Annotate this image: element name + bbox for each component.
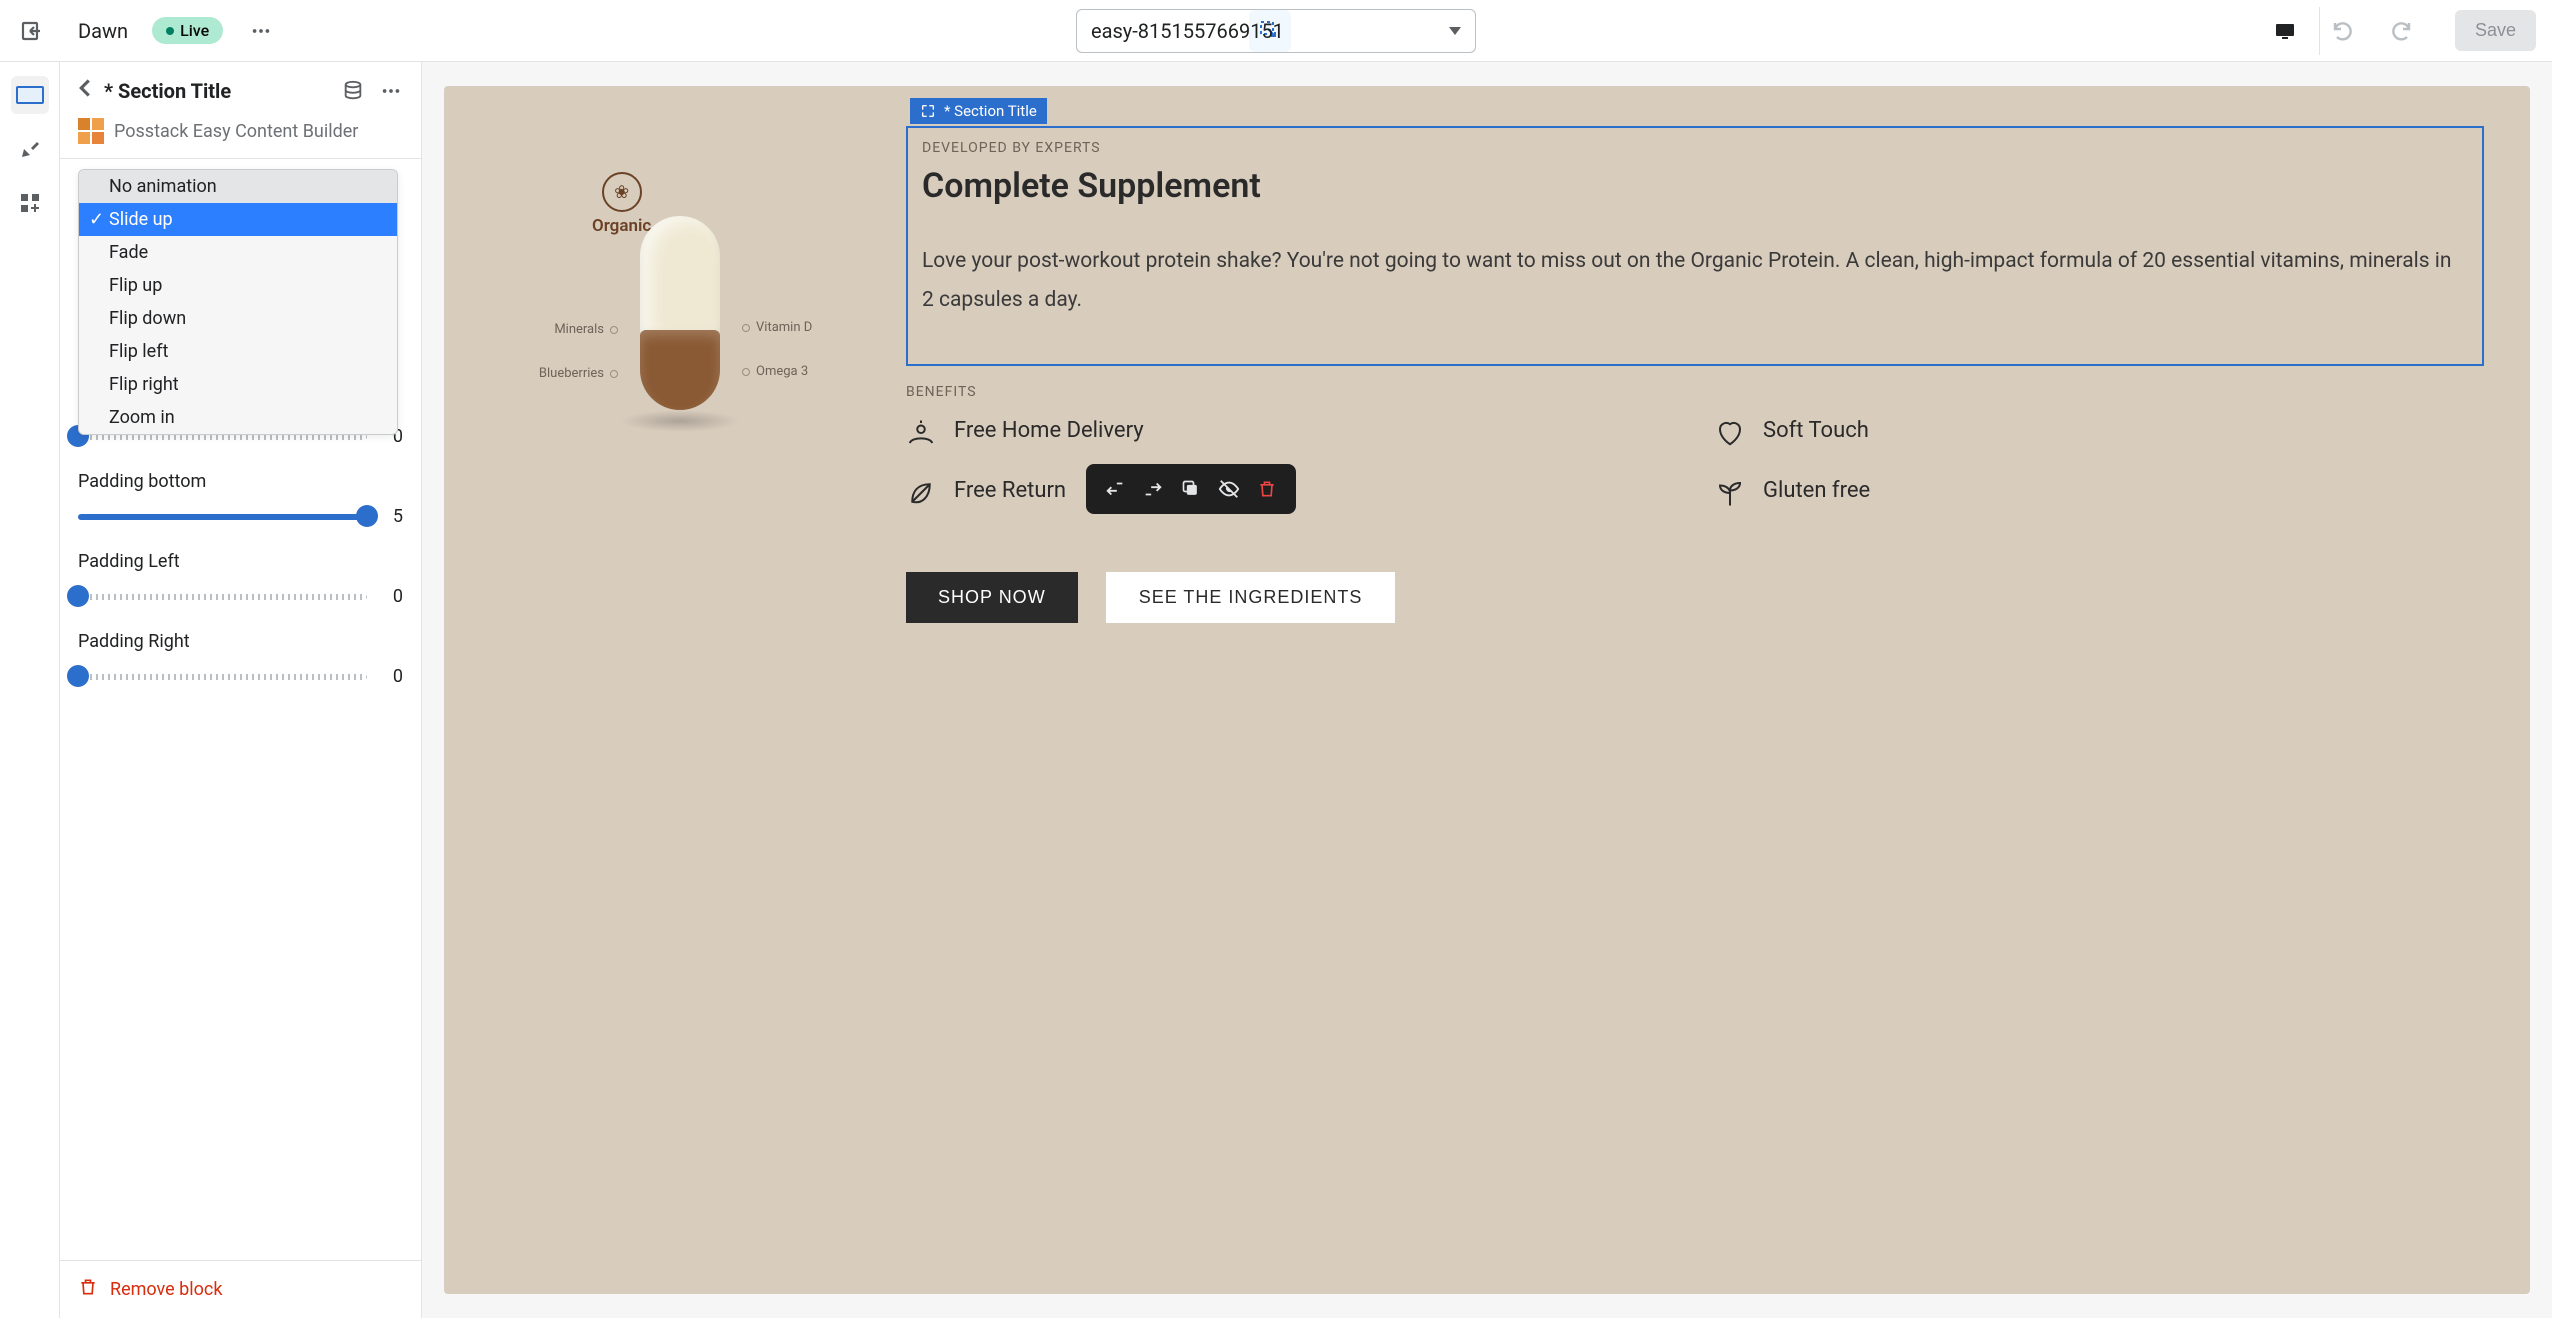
dropdown-item-flip-up[interactable]: Flip up: [79, 269, 397, 302]
data-source-button[interactable]: [341, 79, 365, 103]
benefit-item: Gluten free: [1715, 478, 2484, 508]
undo-button[interactable]: [2319, 7, 2367, 55]
app-name: Posstack Easy Content Builder: [114, 121, 358, 142]
pill-graphic: Minerals Blueberries Vitamin D Omega 3: [640, 216, 720, 410]
sidebar-header: * Section Title: [60, 62, 421, 104]
benefit-item: Free Home Delivery: [906, 418, 1675, 448]
slider-group: Padding top 0 Padding bottom 5 Padding L: [78, 391, 403, 687]
hide-button[interactable]: [1214, 474, 1244, 504]
save-button[interactable]: Save: [2455, 10, 2536, 51]
block-floating-toolbar: [1086, 464, 1296, 514]
canvas-area: ❀ Organic Minerals Blueberries Vitamin D…: [422, 62, 2552, 1318]
preview-frame: ❀ Organic Minerals Blueberries Vitamin D…: [444, 86, 2530, 1294]
page-selector[interactable]: easy-8151557669151: [1076, 9, 1476, 53]
dropdown-item-flip-left[interactable]: Flip left: [79, 335, 397, 368]
slider-value-padding-left: 0: [383, 586, 403, 607]
topbar: Dawn Live easy-8151557669151 Save: [0, 0, 2552, 62]
slider-padding-right[interactable]: [78, 673, 367, 681]
rail-theme-settings[interactable]: [11, 130, 49, 168]
eyebrow-text: DEVELOPED BY EXPERTS: [922, 140, 2468, 156]
delete-button[interactable]: [1252, 474, 1282, 504]
headline-text: Complete Supplement: [922, 166, 2468, 206]
rail-app-embeds[interactable]: [11, 184, 49, 222]
theme-name: Dawn: [78, 19, 128, 43]
dropdown-item-flip-right[interactable]: Flip right: [79, 368, 397, 401]
live-label: Live: [180, 21, 209, 40]
duplicate-button[interactable]: [1176, 474, 1206, 504]
slider-label-padding-left: Padding Left: [78, 551, 403, 572]
slider-label-padding-bottom: Padding bottom: [78, 471, 403, 492]
slider-value-padding-right: 0: [383, 666, 403, 687]
move-up-button[interactable]: [1100, 474, 1130, 504]
animation-dropdown[interactable]: No animation Slide up Fade Flip up Flip …: [78, 169, 398, 435]
cta-see-ingredients[interactable]: SEE THE INGREDIENTS: [1106, 572, 1396, 623]
delivery-icon: [906, 418, 936, 448]
caret-down-icon: [1449, 27, 1461, 35]
sections-icon: [16, 86, 44, 104]
organic-icon: ❀: [602, 172, 642, 212]
page-selector-value: easy-8151557669151: [1091, 19, 1284, 43]
sidebar-panel: * Section Title Posstack Easy Content Bu…: [60, 62, 422, 1318]
exit-button[interactable]: [10, 9, 54, 53]
selected-section-box[interactable]: DEVELOPED BY EXPERTS Complete Supplement…: [906, 126, 2484, 366]
right-tools: Save: [2261, 7, 2542, 55]
more-options-button[interactable]: [243, 13, 279, 49]
cta-shop-now[interactable]: SHOP NOW: [906, 572, 1078, 623]
redo-button[interactable]: [2377, 7, 2425, 55]
slider-value-padding-bottom: 5: [383, 506, 403, 527]
live-dot-icon: [166, 27, 174, 35]
dropdown-item-no-animation[interactable]: No animation: [79, 170, 397, 203]
dropdown-item-slide-up[interactable]: Slide up: [79, 203, 397, 236]
trash-icon: [78, 1277, 98, 1302]
body-text: Love your post-workout protein shake? Yo…: [922, 242, 2468, 320]
main: * Section Title Posstack Easy Content Bu…: [0, 62, 2552, 1318]
preview-right-column: * Section Title DEVELOPED BY EXPERTS Com…: [906, 114, 2484, 1248]
app-icon: [78, 118, 104, 144]
slider-padding-left[interactable]: [78, 593, 367, 601]
dropdown-item-flip-down[interactable]: Flip down: [79, 302, 397, 335]
touch-icon: [1715, 418, 1745, 448]
move-down-button[interactable]: [1138, 474, 1168, 504]
app-row[interactable]: Posstack Easy Content Builder: [60, 104, 421, 159]
leaf-icon: [906, 478, 936, 508]
section-overlay-label[interactable]: * Section Title: [910, 98, 1047, 124]
slider-padding-bottom[interactable]: [78, 513, 367, 521]
sprout-icon: [1715, 478, 1745, 508]
remove-block-button[interactable]: Remove block: [60, 1260, 421, 1318]
dropdown-item-zoom-in[interactable]: Zoom in: [79, 401, 397, 434]
dropdown-item-fade[interactable]: Fade: [79, 236, 397, 269]
live-badge: Live: [152, 17, 223, 44]
callout-minerals: Minerals: [554, 322, 624, 337]
sidebar-section-title: * Section Title: [104, 79, 329, 103]
preview-left-column: ❀ Organic Minerals Blueberries Vitamin D…: [490, 114, 870, 1248]
benefit-item: Soft Touch: [1715, 418, 2484, 448]
callout-omega-3: Omega 3: [736, 364, 808, 379]
left-rail: [0, 62, 60, 1318]
back-button[interactable]: [78, 78, 92, 104]
rail-sections[interactable]: [11, 76, 49, 114]
callout-vitamin-d: Vitamin D: [736, 320, 812, 335]
header-tools: [341, 79, 403, 103]
cta-row: SHOP NOW SEE THE INGREDIENTS: [906, 572, 2484, 623]
remove-block-label: Remove block: [110, 1279, 222, 1300]
sidebar-body: No animation Slide up Fade Flip up Flip …: [60, 159, 421, 1260]
desktop-view-button[interactable]: [2261, 7, 2309, 55]
more-button[interactable]: [379, 79, 403, 103]
benefits-label: BENEFITS: [906, 384, 2484, 400]
section-overlay-text: * Section Title: [944, 102, 1037, 120]
callout-blueberries: Blueberries: [539, 366, 624, 381]
slider-label-padding-right: Padding Right: [78, 631, 403, 652]
